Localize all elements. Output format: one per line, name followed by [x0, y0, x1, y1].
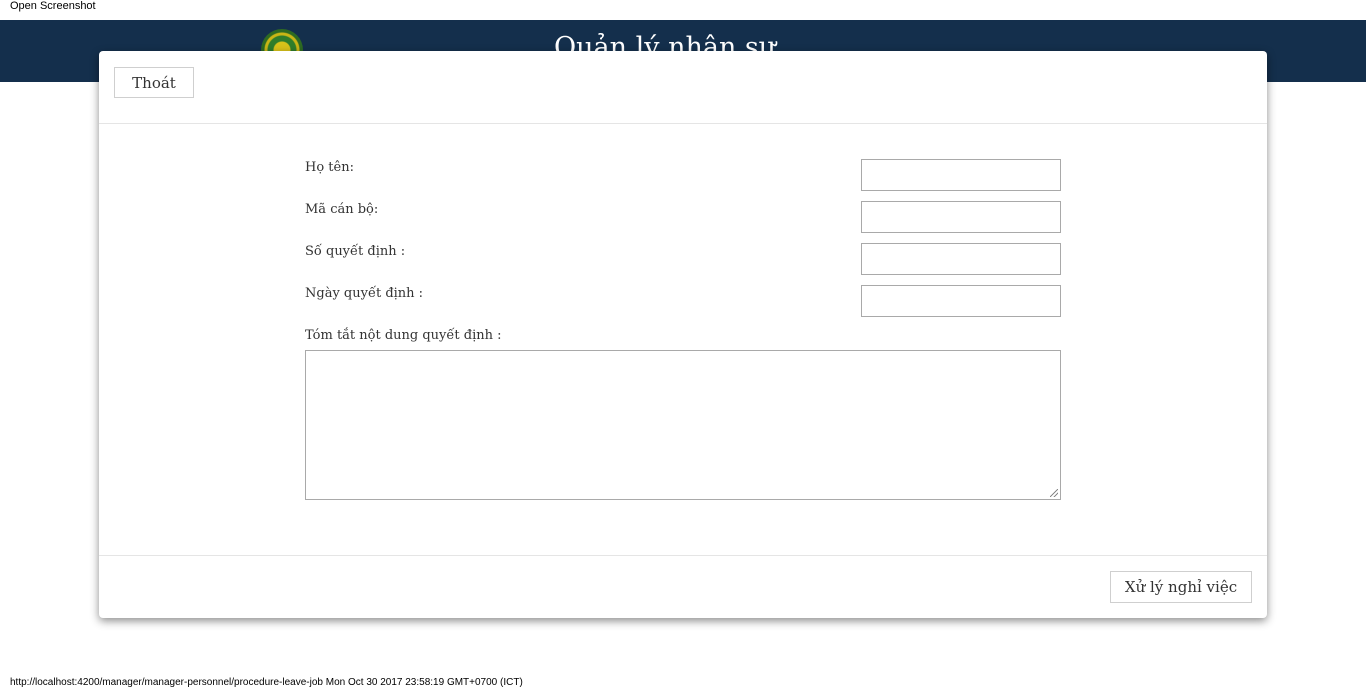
- decision-date-input[interactable]: [861, 285, 1061, 317]
- modal-header: Thoát: [99, 51, 1267, 124]
- staff-code-label: Mã cán bộ:: [305, 202, 379, 217]
- staff-code-input[interactable]: [861, 201, 1061, 233]
- decision-summary-textarea[interactable]: [305, 350, 1061, 500]
- status-bar-url: http://localhost:4200/manager/manager-pe…: [10, 677, 523, 688]
- process-leave-button[interactable]: Xử lý nghỉ việc: [1110, 571, 1252, 603]
- full-name-input[interactable]: [861, 159, 1061, 191]
- full-name-label: Họ tên:: [305, 160, 354, 175]
- modal-footer-divider: [99, 555, 1267, 556]
- window-caption: Open Screenshot: [10, 0, 96, 12]
- exit-button[interactable]: Thoát: [114, 67, 194, 98]
- resize-grip-icon[interactable]: [1050, 489, 1058, 497]
- leave-job-modal: Thoát Họ tên: Mã cán bộ: Số quyết định :…: [99, 51, 1267, 618]
- decision-summary-label: Tóm tắt nột dung quyết định :: [305, 328, 502, 343]
- decision-number-input[interactable]: [861, 243, 1061, 275]
- decision-date-label: Ngày quyết định :: [305, 286, 424, 301]
- decision-number-label: Số quyết định :: [305, 244, 406, 259]
